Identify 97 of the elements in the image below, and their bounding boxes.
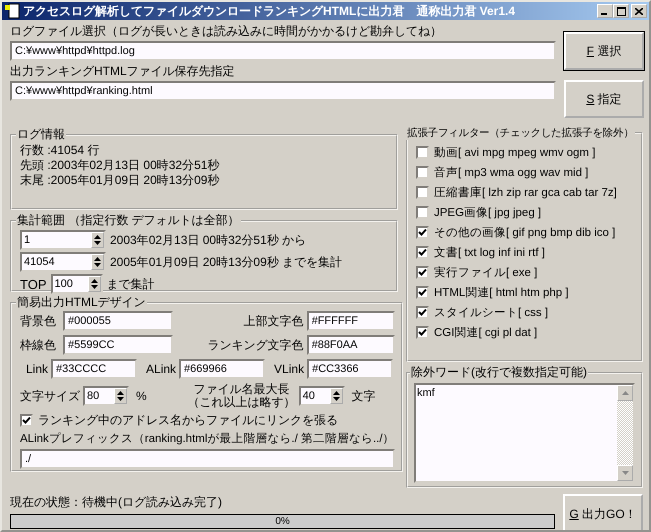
- top-label: TOP: [20, 276, 46, 292]
- checkbox[interactable]: [416, 266, 429, 278]
- scrollbar[interactable]: [617, 385, 633, 481]
- status-text: 現在の状態：待機中(ログ読み込み完了): [10, 494, 223, 510]
- field-label: ログファイル選択（ログが長いときは読み込みに時間がかかるけど勘弁してね）: [10, 23, 443, 40]
- line-number-spinner[interactable]: 1: [20, 230, 106, 250]
- checkbox[interactable]: [416, 206, 429, 218]
- link-color-label: Link: [26, 362, 48, 376]
- minimize-button[interactable]: [597, 4, 613, 18]
- checkmark-icon: [418, 288, 427, 296]
- checkbox-label: CGI関連[ cgi pl dat ]: [434, 326, 538, 340]
- log-file-field[interactable]: C:¥www¥httpd¥httpd.log: [10, 41, 556, 61]
- checkbox-label: 音声[ mp3 wma ogg wav mid ]: [434, 165, 588, 180]
- link-color-label: VLink: [274, 362, 304, 376]
- info-text: 末尾 :2005年01月09日 20時13分09秒: [20, 173, 220, 188]
- color-label: 枠線色: [20, 336, 57, 354]
- checkmark-icon: [22, 416, 31, 425]
- up-down-arrows-icon: [116, 389, 125, 403]
- info-text: 行数 :41054 行: [20, 143, 100, 158]
- line-number-spinner[interactable]: 41054: [20, 252, 106, 272]
- checkmark-icon: [418, 228, 427, 236]
- maximize-icon: [616, 6, 626, 16]
- link-color-field[interactable]: #CC3366: [307, 359, 394, 379]
- info-text: 先頭 :2003年02月13日 00時32分51秒: [20, 158, 220, 173]
- specify-button[interactable]: S 指定: [564, 80, 644, 118]
- checkbox[interactable]: [416, 166, 429, 178]
- checkbox[interactable]: [416, 286, 429, 298]
- spin-button[interactable]: [91, 232, 104, 248]
- group-title: 除外ワード(改行で複数指定可能): [410, 364, 588, 381]
- go-button[interactable]: G 出力GO！: [563, 494, 643, 530]
- spin-button[interactable]: [88, 276, 100, 292]
- prefix-label: ALinkプレフィックス（ranking.htmlが最上階層なら./ 第二階層なら../）: [20, 431, 395, 446]
- color-label: 上部文字色: [242, 312, 304, 330]
- link-color-field[interactable]: #33CCCC: [51, 359, 138, 379]
- max-length-label: （これ以上は略す）: [188, 396, 296, 409]
- checkbox-label: JPEG画像[ jpg jpeg ]: [434, 206, 542, 220]
- checkmark-icon: [418, 308, 427, 316]
- checkbox[interactable]: [416, 186, 429, 198]
- color-field[interactable]: #FFFFFF: [306, 311, 395, 331]
- link-color-field[interactable]: #669966: [179, 359, 266, 379]
- group-title: 拡張子フィルター（チェックした拡張子を除外）: [406, 126, 635, 140]
- maximize-button[interactable]: [613, 4, 629, 18]
- prefix-field[interactable]: ./: [20, 449, 395, 469]
- checkbox[interactable]: [416, 226, 429, 238]
- checkbox-label: 実行ファイル[ exe ]: [434, 265, 538, 280]
- output-file-field[interactable]: C:¥www¥httpd¥ranking.html: [10, 81, 556, 101]
- font-size-spinner[interactable]: 80: [83, 386, 129, 406]
- checkmark-icon: [418, 248, 427, 256]
- spin-button[interactable]: [330, 388, 343, 404]
- range-text: 2003年02月13日 00時32分51秒 から: [110, 232, 306, 248]
- document-icon: [4, 3, 20, 19]
- top-count-spinner[interactable]: 100: [50, 274, 102, 294]
- window-title: アクセスログ解析してファイルダウンロードランキングHTMLに出力君 通称出力君 Ver1.4: [23, 2, 516, 20]
- checkbox[interactable]: [416, 326, 429, 338]
- checkmark-icon: [418, 268, 427, 276]
- close-icon: [635, 8, 643, 14]
- checkbox[interactable]: [20, 414, 33, 427]
- checkbox-label: ランキング中のアドレス名からファイルにリンクを張る: [38, 412, 338, 429]
- checkbox-label: 圧縮書庫[ lzh zip rar gca cab tar 7z]: [434, 185, 617, 200]
- checkbox-label: HTML関連[ html htm php ]: [434, 286, 569, 300]
- up-down-arrows-icon: [332, 389, 341, 403]
- up-down-arrows-icon: [90, 277, 98, 291]
- group-title: 集計範囲 （指定行数 デフォルトは全部）: [16, 212, 241, 229]
- up-arrow-icon: [622, 391, 628, 395]
- range-text: 2005年01月09日 20時13分09秒 までを集計: [110, 254, 342, 270]
- checkbox-label: スタイルシート[ css ]: [434, 306, 548, 320]
- progress-text: 0%: [275, 516, 290, 527]
- unit-text: 文字: [352, 388, 376, 404]
- checkbox[interactable]: [416, 306, 429, 318]
- down-arrow-icon: [622, 471, 628, 475]
- select-button[interactable]: F 選択: [564, 32, 644, 70]
- spin-button[interactable]: [114, 388, 127, 404]
- checkbox-label: 文書[ txt log inf ini rtf ]: [434, 246, 545, 260]
- field-label: 出力ランキングHTMLファイル保存先指定: [10, 63, 236, 80]
- color-field[interactable]: #5599CC: [63, 335, 173, 355]
- color-label: 背景色: [20, 312, 57, 330]
- group-title: ログ情報: [16, 126, 66, 143]
- font-size-label: 文字サイズ: [20, 388, 80, 404]
- up-down-arrows-icon: [93, 233, 102, 247]
- unit-text: %: [136, 389, 147, 403]
- checkmark-icon: [418, 328, 427, 336]
- checkbox[interactable]: [416, 146, 429, 158]
- close-button[interactable]: [631, 4, 647, 18]
- max-length-spinner[interactable]: 40: [298, 386, 345, 406]
- group-title: 簡易出力HTMLデザイン: [16, 294, 147, 311]
- exclude-words-field[interactable]: kmf: [414, 383, 635, 483]
- max-length-label: ファイル名最大長: [194, 383, 290, 396]
- range-text: まで集計: [106, 276, 154, 292]
- checkbox-label: 動画[ avi mpg mpeg wmv ogm ]: [434, 146, 596, 160]
- link-color-label: ALink: [146, 362, 176, 376]
- color-label: ランキング文字色: [206, 336, 304, 354]
- color-field[interactable]: #88F0AA: [306, 335, 395, 355]
- spin-button[interactable]: [91, 254, 104, 270]
- checkbox[interactable]: [416, 246, 429, 258]
- checkbox-label: その他の画像[ gif png bmp dib ico ]: [434, 226, 616, 240]
- color-field[interactable]: #000055: [63, 311, 173, 331]
- up-down-arrows-icon: [93, 255, 102, 269]
